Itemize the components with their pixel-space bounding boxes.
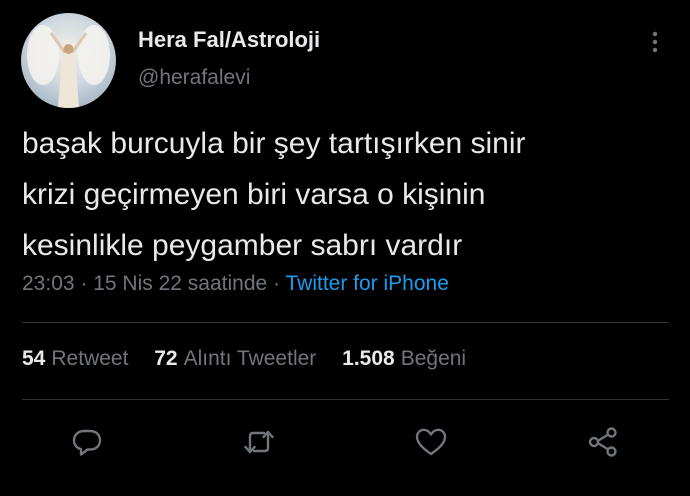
meta-separator: · <box>74 272 94 295</box>
quotes-stat[interactable]: 72 Alıntı Tweetler <box>154 347 316 370</box>
quotes-count: 72 <box>154 347 178 370</box>
author-handle[interactable]: @herafalevi <box>138 66 250 90</box>
divider <box>22 399 669 400</box>
avatar[interactable] <box>21 13 116 108</box>
divider <box>22 322 669 323</box>
tweet-source-link[interactable]: Twitter for iPhone <box>285 272 448 295</box>
tweet-stats: 54 Retweet 72 Alıntı Tweetler 1.508 Beğeni <box>22 347 486 371</box>
tweet-detail: Hera Fal/Astroloji @herafalevi başak bur… <box>0 0 690 496</box>
retweets-stat[interactable]: 54 Retweet <box>22 347 128 370</box>
quotes-label: Alıntı Tweetler <box>183 347 317 370</box>
tweet-text: başak burcuyla bir şey tartışırken sinir… <box>22 127 526 262</box>
retweet-button[interactable] <box>241 424 277 460</box>
like-button[interactable] <box>413 424 449 460</box>
tweet-date[interactable]: 15 Nis 22 saatinde <box>93 272 267 295</box>
likes-label: Beğeni <box>400 347 467 370</box>
retweet-icon <box>244 430 274 454</box>
more-vertical-icon[interactable] <box>645 28 665 56</box>
meta-separator: · <box>267 272 286 295</box>
reply-button[interactable] <box>69 424 105 460</box>
share-icon <box>588 427 617 457</box>
retweets-label: Retweet <box>51 347 129 370</box>
avatar-image <box>27 25 110 108</box>
tweet-time[interactable]: 23:03 <box>22 272 75 295</box>
heart-icon <box>415 428 447 456</box>
author-display-name[interactable]: Hera Fal/Astroloji <box>138 27 320 53</box>
retweets-count: 54 <box>22 347 46 370</box>
likes-stat[interactable]: 1.508 Beğeni <box>342 347 466 370</box>
likes-count: 1.508 <box>342 347 395 370</box>
share-button[interactable] <box>585 424 621 460</box>
reply-icon <box>72 429 102 456</box>
tweet-meta: 23:03 · 15 Nis 22 saatinde · Twitter for… <box>22 272 449 296</box>
